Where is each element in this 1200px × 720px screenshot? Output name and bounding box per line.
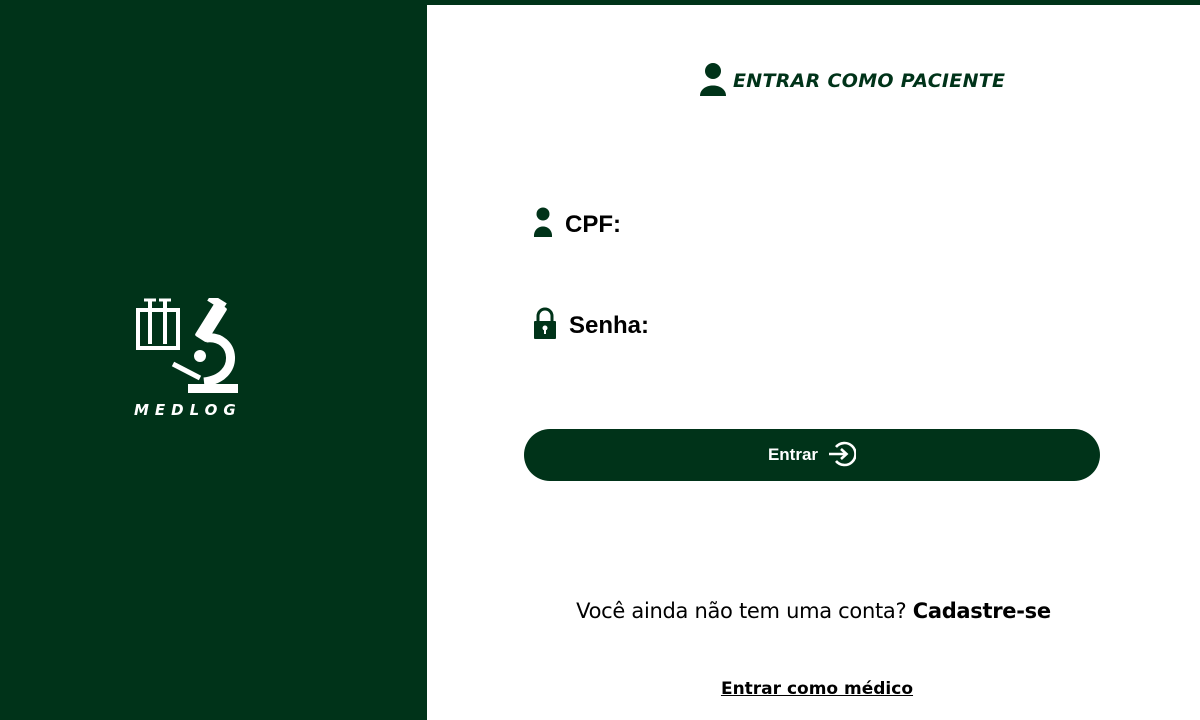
password-field: Senha: (533, 307, 649, 344)
cpf-field: CPF: (533, 207, 621, 242)
password-input[interactable] (662, 307, 1101, 343)
login-panel: ENTRAR COMO PACIENTE CPF: Senha: Entrar (427, 5, 1200, 720)
medlog-logo: MEDLOG (134, 298, 240, 422)
password-label: Senha: (569, 311, 650, 339)
sign-in-icon (828, 440, 857, 471)
brand-sidebar: MEDLOG (0, 0, 427, 720)
enter-button-label: Entrar (767, 445, 819, 464)
user-icon (533, 207, 553, 242)
cpf-input[interactable] (627, 207, 1101, 243)
microscope-test-tubes-icon (136, 298, 238, 393)
lock-icon (533, 307, 557, 344)
signup-link[interactable]: Cadastre-se (913, 599, 1051, 623)
brand-name: MEDLOG (134, 401, 242, 419)
user-icon (699, 62, 727, 101)
page-title: ENTRAR COMO PACIENTE (733, 70, 1006, 92)
doctor-login-link[interactable]: Entrar como médico (427, 679, 1200, 699)
enter-button[interactable]: Entrar (524, 429, 1100, 481)
cpf-label: CPF: (565, 210, 621, 238)
page-heading: ENTRAR COMO PACIENTE (699, 62, 1006, 101)
signup-prompt: Você ainda não tem uma conta? (576, 599, 913, 623)
signup-prompt-row: Você ainda não tem uma conta? Cadastre-s… (427, 599, 1200, 623)
